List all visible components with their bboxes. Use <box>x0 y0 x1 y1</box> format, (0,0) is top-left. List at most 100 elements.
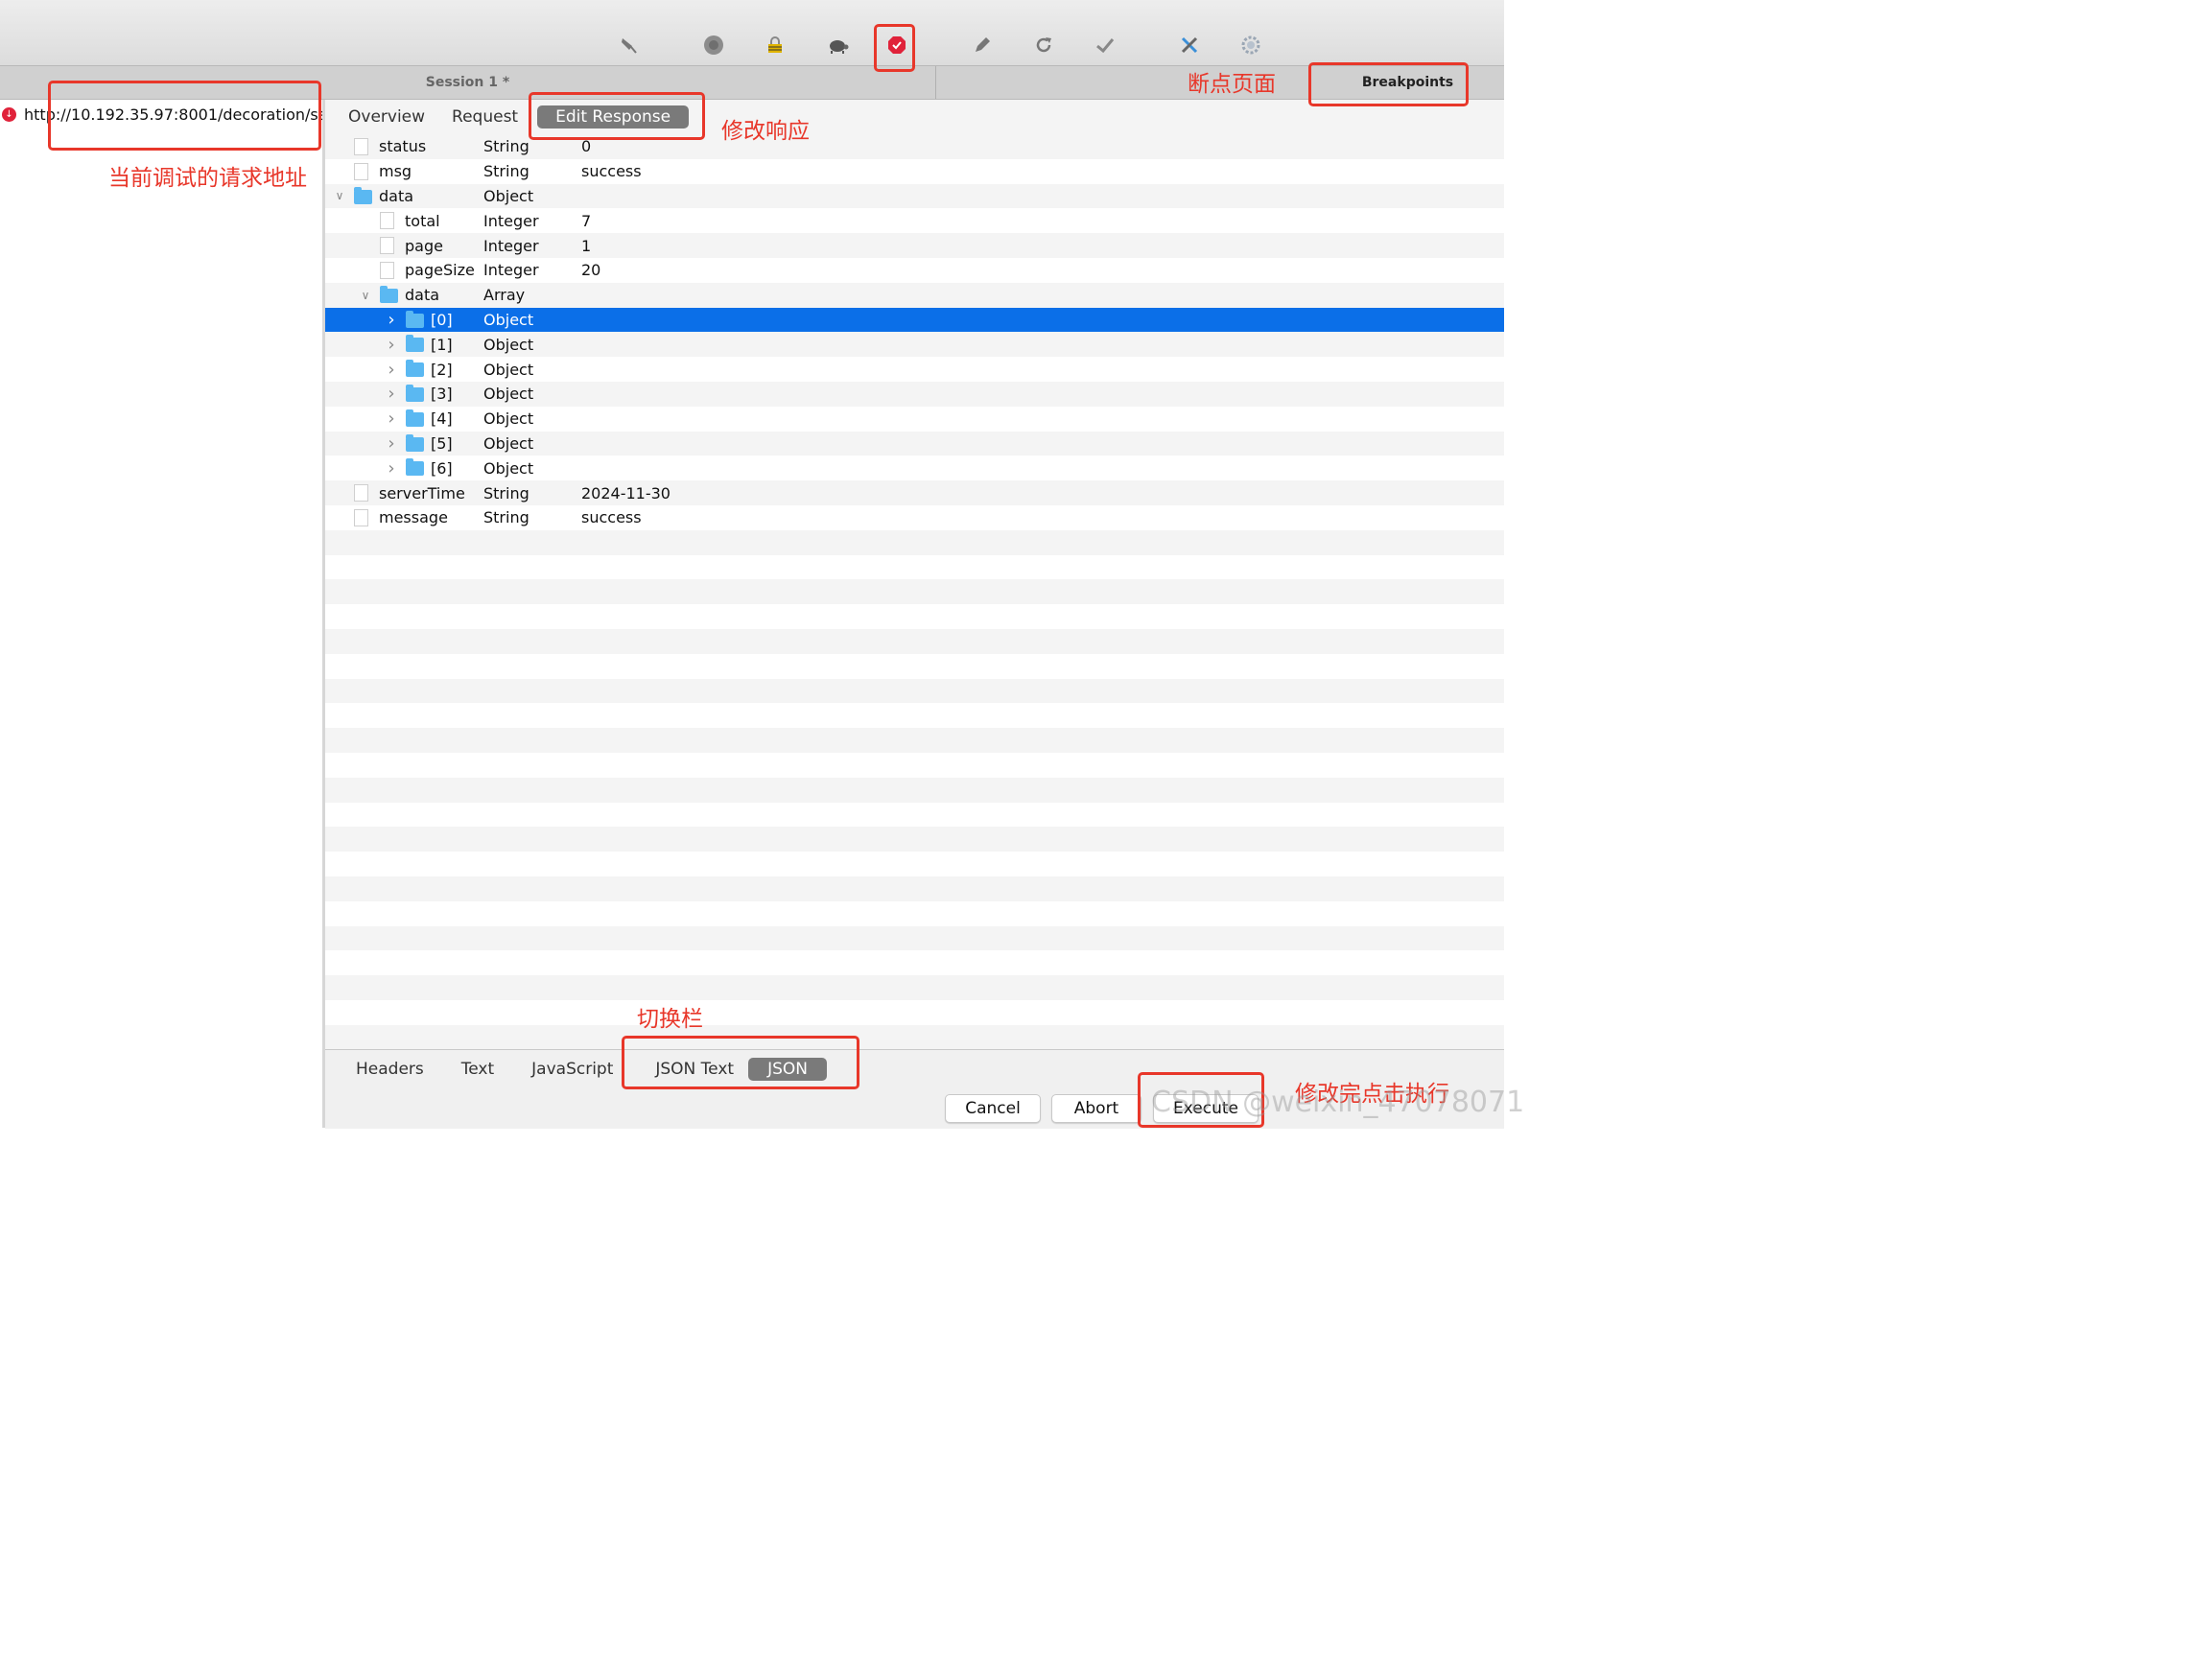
chevron-right-icon[interactable]: › <box>385 384 398 404</box>
annotation-box-edit-response <box>529 92 705 140</box>
annotation-box-breakpoints-tab <box>1308 62 1469 106</box>
chevron-down-icon[interactable]: ∨ <box>359 289 372 302</box>
chevron-right-icon[interactable]: › <box>385 458 398 479</box>
tree-row[interactable]: pageSize Integer 20 <box>325 257 1504 283</box>
chevron-right-icon[interactable]: › <box>385 409 398 429</box>
tree-row[interactable]: msg String success <box>325 158 1504 184</box>
node-name: data <box>405 286 440 305</box>
tab-overview[interactable]: Overview <box>337 107 436 127</box>
empty-tree-row <box>325 852 1504 876</box>
abort-button[interactable]: Abort <box>1051 1094 1141 1123</box>
annotation-box-request-url <box>48 81 321 151</box>
breakpoint-detail-pane: Overview Request Edit Response status Str… <box>325 100 1504 1129</box>
annotation-switch-bar: 切换栏 <box>637 1007 703 1032</box>
empty-tree-row <box>325 628 1504 654</box>
tree-row[interactable]: › [5] Object <box>325 431 1504 456</box>
node-value: 1 <box>581 236 592 255</box>
empty-tree-row <box>325 999 1504 1025</box>
tree-row[interactable]: serverTime String 2024-11-30 <box>325 480 1504 505</box>
tree-row[interactable]: page Integer 1 <box>325 233 1504 258</box>
empty-tree-row <box>325 777 1504 803</box>
tree-row[interactable]: › [1] Object <box>325 332 1504 358</box>
ssl-lock-icon[interactable] <box>761 31 789 59</box>
tree-row[interactable]: › [4] Object <box>325 406 1504 432</box>
toolbar <box>0 0 1504 65</box>
node-value: success <box>581 162 642 181</box>
node-name: total <box>405 211 440 230</box>
watermark: CSDN @weixin_47078071 <box>1151 1086 1525 1119</box>
tree-row[interactable]: › [3] Object <box>325 381 1504 407</box>
folder-icon <box>406 335 424 353</box>
node-name: [4] <box>431 409 453 429</box>
empty-tree-row <box>325 728 1504 753</box>
folder-icon <box>354 186 372 204</box>
annotation-box-format-tabs <box>622 1036 859 1089</box>
annotation-breakpoint-page: 断点页面 <box>1188 72 1276 97</box>
node-type: Integer <box>483 261 539 280</box>
empty-tree-row <box>325 900 1504 926</box>
tree-row[interactable]: › [2] Object <box>325 357 1504 382</box>
node-type: Integer <box>483 236 539 255</box>
folder-icon <box>406 458 424 477</box>
tab-headers[interactable]: Headers <box>349 1060 431 1079</box>
request-list-pane: ↓ http://10.192.35.97:8001/decoration/sa <box>0 100 325 1128</box>
tree-row[interactable]: status String 0 <box>325 134 1504 159</box>
empty-tree-row <box>325 579 1504 605</box>
empty-tree-row <box>325 975 1504 1000</box>
tab-request[interactable]: Request <box>440 107 529 127</box>
chevron-down-icon[interactable]: ∨ <box>333 189 346 202</box>
chevron-right-icon[interactable]: › <box>385 335 398 355</box>
annotation-edit-response: 修改响应 <box>721 119 810 144</box>
cancel-button[interactable]: Cancel <box>945 1094 1041 1123</box>
settings-gear-icon[interactable] <box>1236 31 1265 59</box>
node-name: message <box>379 508 448 527</box>
empty-tree-row <box>325 653 1504 679</box>
pen-edit-icon[interactable] <box>968 31 997 59</box>
tree-row[interactable]: total Integer 7 <box>325 208 1504 234</box>
tree-row[interactable]: ∨ data Object <box>325 183 1504 209</box>
empty-tree-row <box>325 950 1504 976</box>
tab-text[interactable]: Text <box>455 1060 501 1079</box>
empty-tree-row <box>325 604 1504 629</box>
chevron-right-icon[interactable]: › <box>385 433 398 454</box>
node-value: 2024-11-30 <box>581 483 671 502</box>
node-type: String <box>483 483 529 502</box>
tree-row[interactable]: › [0] Object <box>325 307 1504 333</box>
document-icon <box>380 261 394 279</box>
folder-icon <box>406 384 424 402</box>
record-icon[interactable] <box>699 31 728 59</box>
node-type: String <box>483 137 529 156</box>
chevron-right-icon[interactable]: › <box>385 310 398 330</box>
tab-javascript[interactable]: JavaScript <box>525 1060 620 1079</box>
document-icon <box>354 138 368 155</box>
breakpoint-arrow-icon: ↓ <box>2 106 16 122</box>
document-icon <box>380 237 394 255</box>
broom-icon[interactable] <box>614 31 643 59</box>
node-type: Object <box>483 310 534 329</box>
node-name: [0] <box>431 310 453 329</box>
turtle-throttle-icon[interactable] <box>823 31 852 59</box>
empty-tree-row <box>325 529 1504 555</box>
folder-icon <box>380 285 398 303</box>
repeat-icon[interactable] <box>1029 31 1058 59</box>
annotation-box-breakpoint-toggle <box>874 24 915 72</box>
node-name: data <box>379 186 414 205</box>
node-value: success <box>581 508 642 527</box>
empty-tree-row <box>325 827 1504 853</box>
folder-icon <box>406 360 424 378</box>
folder-icon <box>406 433 424 452</box>
json-tree: status String 0 msg String success ∨ data Object… <box>325 134 1504 1049</box>
node-name: [2] <box>431 360 453 379</box>
node-type: Object <box>483 335 534 354</box>
node-name: [3] <box>431 385 453 404</box>
chevron-right-icon[interactable]: › <box>385 360 398 380</box>
tools-icon[interactable] <box>1175 31 1204 59</box>
tree-row[interactable]: ∨ data Array <box>325 282 1504 308</box>
folder-icon <box>406 310 424 328</box>
tree-row[interactable]: message String success <box>325 504 1504 530</box>
empty-tree-row <box>325 925 1504 951</box>
node-name: [1] <box>431 335 453 354</box>
validate-check-icon[interactable] <box>1091 31 1119 59</box>
node-name: pageSize <box>405 261 475 280</box>
tree-row[interactable]: › [6] Object <box>325 456 1504 481</box>
